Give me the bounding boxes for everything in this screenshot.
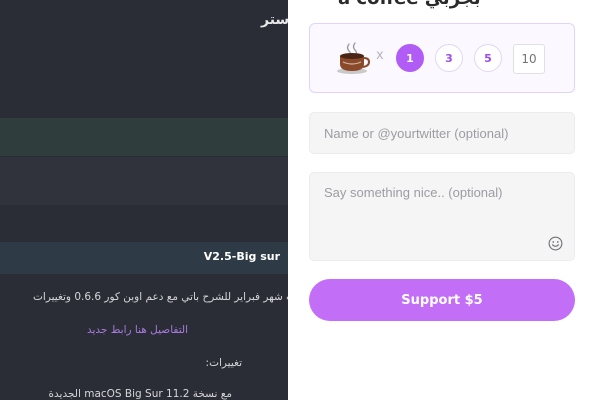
support-button[interactable]: Support $5 — [309, 279, 575, 321]
release-description-line: ت شهر فبراير للشرح باتي مع دعم اوبن كور … — [33, 291, 288, 303]
panel-heading: a coffee ﺑﺠﺮﺑﻲ — [338, 0, 481, 9]
quantity-option-5[interactable]: 5 — [474, 44, 502, 72]
message-field-wrapper — [309, 172, 575, 261]
release-details-link[interactable]: التفاصيل هنا رابط جديد — [87, 324, 188, 336]
highlight-band — [0, 118, 288, 156]
smiley-icon[interactable] — [548, 236, 563, 251]
quantity-option-3[interactable]: 3 — [435, 44, 463, 72]
name-input[interactable] — [309, 112, 575, 154]
support-panel: a coffee ﺑﺠﺮﺑﻲ x 1 3 5 Support $5 — [288, 0, 600, 400]
page-title: استر — [261, 12, 288, 28]
content-band — [0, 157, 288, 205]
changes-heading: تغييرات: — [205, 357, 242, 369]
coffee-cup-icon — [337, 42, 370, 74]
multiplier-sign: x — [376, 48, 384, 63]
custom-quantity-input[interactable] — [513, 44, 545, 74]
message-input[interactable] — [309, 172, 575, 261]
changes-item: مع نسخة macOS Big Sur 11.2 الجديدة — [48, 388, 232, 400]
release-version-label: V2.5-Big sur — [203, 250, 280, 263]
quantity-selector: x 1 3 5 — [309, 23, 575, 93]
quantity-option-1[interactable]: 1 — [396, 44, 424, 72]
background-page: استر V2.5-Big sur ت شهر فبراير للشرح بات… — [0, 0, 288, 400]
